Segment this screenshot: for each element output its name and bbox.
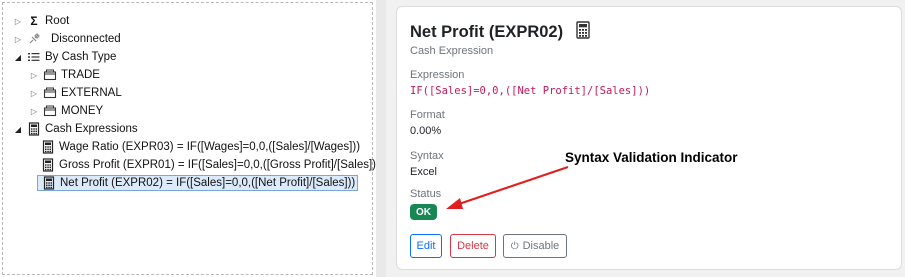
calculator-icon	[575, 21, 591, 44]
expand-toggle-icon[interactable]: ▷	[29, 89, 39, 98]
annotation-label: Syntax Validation Indicator	[565, 150, 738, 165]
status-label: Status	[410, 188, 442, 200]
tree-item-label: TRADE	[61, 69, 100, 81]
tree-item-by-cash-type[interactable]: ◢ By Cash Type	[13, 48, 116, 66]
detail-subtitle: Cash Expression	[410, 45, 494, 57]
calculator-icon	[41, 158, 55, 172]
collapse-toggle-icon[interactable]: ◢	[13, 53, 23, 62]
tree-item-net-profit[interactable]: Net Profit (EXPR02) = IF([Sales]=0,0,([N…	[37, 174, 359, 192]
list-icon	[27, 50, 41, 64]
expand-toggle-icon[interactable]: ▷	[13, 17, 23, 26]
expand-toggle-icon[interactable]: ▷	[29, 107, 39, 116]
tree-item-wage-ratio[interactable]: Wage Ratio (EXPR03) = IF([Wages]=0,0,([S…	[37, 138, 360, 156]
tree-item-external[interactable]: ▷ EXTERNAL	[29, 84, 122, 102]
expression-value: IF([Sales]=0,0,([Net Profit]/[Sales]))	[410, 85, 651, 97]
sigma-icon: Σ	[30, 14, 38, 28]
collapse-toggle-icon[interactable]: ◢	[13, 125, 23, 134]
tree-item-root[interactable]: ▷ Σ Root	[13, 12, 69, 30]
panel-splitter[interactable]	[376, 0, 386, 277]
expand-toggle-icon[interactable]: ▷	[13, 35, 23, 44]
tree-item-label: Cash Expressions	[45, 123, 138, 135]
tree-panel: ▷ Σ Root ▷ Disconnected ◢ By Cash Type ▷…	[2, 2, 380, 275]
unplug-icon	[27, 32, 41, 46]
page-title: Net Profit (EXPR02)	[410, 21, 591, 44]
power-icon: ⏻	[510, 240, 519, 252]
expression-label: Expression	[410, 69, 465, 81]
syntax-value: Excel	[410, 166, 437, 178]
folder-icon	[43, 104, 57, 118]
detail-title: Net Profit (EXPR02)	[410, 23, 564, 41]
tree-item-label: Disconnected	[51, 33, 121, 45]
tree-item-label: Root	[45, 15, 70, 27]
folder-icon	[43, 68, 57, 82]
tree-item-label: Wage Ratio (EXPR03) = IF([Wages]=0,0,([S…	[59, 141, 361, 153]
tree-item-gross-profit[interactable]: Gross Profit (EXPR01) = IF([Sales]=0,0,(…	[37, 156, 380, 174]
tree-item-label: EXTERNAL	[61, 87, 122, 99]
annotation-arrow	[446, 165, 569, 209]
tree-item-label: By Cash Type	[45, 51, 117, 63]
syntax-label: Syntax	[410, 150, 444, 162]
edit-button[interactable]: Edit	[410, 234, 442, 258]
expand-toggle-icon[interactable]: ▷	[29, 71, 39, 80]
detail-card: Net Profit (EXPR02) Cash Expression Expr…	[396, 6, 902, 270]
selected-item-highlight[interactable]: Net Profit (EXPR02) = IF([Sales]=0,0,([N…	[37, 175, 359, 191]
tree-item-cash-expressions[interactable]: ◢ Cash Expressions	[13, 120, 138, 138]
tree-item-label: MONEY	[61, 105, 104, 117]
disable-button[interactable]: ⏻ Disable	[503, 234, 567, 258]
tree-item-label: Gross Profit (EXPR01) = IF([Sales]=0,0,(…	[59, 159, 380, 171]
delete-button[interactable]: Delete	[450, 234, 496, 258]
folder-icon	[43, 86, 57, 100]
tree-item-disconnected[interactable]: ▷ Disconnected	[13, 30, 121, 48]
disable-button-label: Disable	[522, 240, 560, 252]
calculator-icon	[27, 122, 41, 136]
status-badge: OK	[410, 204, 437, 220]
calculator-icon	[41, 140, 55, 154]
tree-item-label: Net Profit (EXPR02) = IF([Sales]=0,0,([N…	[60, 177, 356, 189]
tree-item-trade[interactable]: ▷ TRADE	[29, 66, 100, 84]
format-label: Format	[410, 109, 445, 121]
tree-item-money[interactable]: ▷ MONEY	[29, 102, 103, 120]
format-value: 0.00%	[410, 125, 442, 137]
calculator-icon	[42, 176, 56, 190]
